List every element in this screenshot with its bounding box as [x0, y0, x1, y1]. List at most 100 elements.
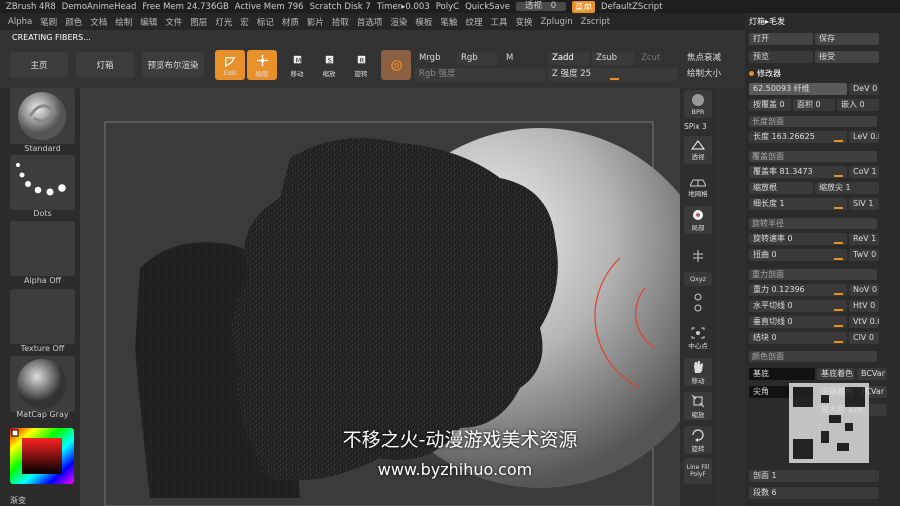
twist-slider[interactable]: 扭曲 0: [749, 249, 847, 261]
area-slider[interactable]: 面积 0: [793, 99, 835, 111]
local-button[interactable]: 局部: [684, 206, 712, 234]
stroke-thumbnail[interactable]: [10, 155, 75, 210]
vtv-slider[interactable]: VtV 0.05: [849, 316, 879, 328]
mrgb-toggle[interactable]: Mrgb: [415, 52, 455, 65]
menu-item[interactable]: 文件: [165, 16, 182, 28]
rotate-axis-button[interactable]: [684, 288, 712, 318]
clv-slider[interactable]: ClV 0: [849, 332, 879, 344]
floor-button[interactable]: 地网格: [684, 174, 712, 202]
vertical-tangent-slider[interactable]: 垂直切线 0: [749, 316, 847, 328]
menu-item[interactable]: 笔触: [440, 16, 457, 28]
zsub-toggle[interactable]: Zsub: [592, 52, 634, 65]
coverage-section[interactable]: 覆盖剖面: [749, 151, 877, 162]
focal-shift-slider[interactable]: 焦点衰减: [683, 52, 743, 65]
scale-view-button[interactable]: 缩放: [684, 392, 712, 420]
move-button[interactable]: M 移动: [282, 50, 312, 80]
gravity-section[interactable]: 重力剖面: [749, 269, 877, 280]
menu-item[interactable]: 拾取: [332, 16, 349, 28]
quicksave-button[interactable]: QuickSave: [465, 2, 510, 12]
revolve-rate-slider[interactable]: 旋转速率 0: [749, 233, 847, 245]
nov-slider[interactable]: NoV 0: [849, 284, 879, 296]
perspective-button[interactable]: 透视: [684, 136, 712, 164]
twv-slider[interactable]: TwV 0: [849, 249, 879, 261]
color-section[interactable]: 颜色剖面: [749, 351, 877, 362]
menu-item[interactable]: 标记: [257, 16, 274, 28]
menu-item[interactable]: 首选项: [357, 16, 383, 28]
menu-item[interactable]: 灯光: [215, 16, 232, 28]
xyz-button[interactable]: Qxyz: [684, 272, 712, 286]
spix-slider[interactable]: SPix 3: [684, 122, 707, 131]
sphere-brush-button[interactable]: [381, 50, 411, 80]
alpha-thumbnail[interactable]: [10, 221, 75, 276]
menu-item[interactable]: 宏: [240, 16, 249, 28]
accept-button[interactable]: 接受: [815, 51, 879, 63]
menu-item[interactable]: 影片: [307, 16, 324, 28]
menu-item[interactable]: 编辑: [140, 16, 157, 28]
lightbox-button[interactable]: 灯箱: [76, 52, 134, 78]
slim-slider[interactable]: 细长度 1: [749, 198, 847, 210]
fiber-preset-slider[interactable]: 62.50093 纤维: [749, 83, 847, 95]
rotate-view-button[interactable]: 旋转: [684, 426, 712, 454]
bcvar-slider[interactable]: BCVar: [857, 368, 887, 380]
menu-item[interactable]: 笔刷: [40, 16, 57, 28]
menu-item[interactable]: 工具: [490, 16, 507, 28]
menu-item[interactable]: Zscript: [581, 17, 611, 27]
menu-item[interactable]: 绘制: [115, 16, 132, 28]
brush-thumbnail[interactable]: [10, 88, 75, 144]
segment-count-slider[interactable]: 段数 6: [749, 487, 879, 499]
base-color-swatch[interactable]: 基底: [749, 368, 815, 380]
menu-item[interactable]: 渲染: [390, 16, 407, 28]
horizontal-tangent-slider[interactable]: 水平切线 0: [749, 300, 847, 312]
default-zscript[interactable]: DefaultZScript: [601, 2, 663, 12]
dev-slider[interactable]: DeV 0: [849, 83, 879, 95]
base-color-slider[interactable]: 基底着色: [817, 368, 855, 380]
menu-item[interactable]: Alpha: [8, 17, 32, 27]
segments-slider[interactable]: 剖面 1: [749, 470, 879, 482]
save-button[interactable]: 保存: [815, 33, 879, 45]
zcut-toggle[interactable]: Zcut: [637, 52, 679, 65]
bpr-render-button[interactable]: BPR: [684, 90, 712, 118]
menu-item[interactable]: 变换: [515, 16, 532, 28]
texture-thumbnail[interactable]: [10, 289, 75, 344]
rev-slider[interactable]: ReV 1: [849, 233, 879, 245]
menu-item[interactable]: Zplugin: [540, 17, 572, 27]
material-thumbnail[interactable]: [10, 356, 75, 412]
menu-item[interactable]: 文档: [90, 16, 107, 28]
modifiers-header[interactable]: 修改器: [749, 68, 781, 80]
cov-slider[interactable]: CoV 1: [849, 166, 879, 178]
open-button[interactable]: 打开: [749, 33, 813, 45]
m-toggle[interactable]: M: [502, 52, 542, 65]
length-slider[interactable]: 长度 163.26625: [749, 131, 847, 143]
rgb-intensity-slider[interactable]: Rgb 强度: [415, 68, 545, 81]
revolve-section[interactable]: 旋转半径: [749, 218, 877, 229]
preview-button[interactable]: 预览: [749, 51, 813, 63]
rotate-button[interactable]: R 旋转: [346, 50, 376, 80]
slv-slider[interactable]: SlV 1: [849, 198, 879, 210]
scale-root-slider[interactable]: 缩放根: [749, 182, 813, 194]
bpr-button[interactable]: 预览布尔渲染: [142, 52, 204, 78]
linefill-button[interactable]: Line Fill PolyF: [684, 458, 712, 484]
menu-button[interactable]: 菜单: [571, 0, 595, 13]
move-view-button[interactable]: 移动: [684, 358, 712, 386]
menu-item[interactable]: 纹理: [465, 16, 482, 28]
draw-size-slider[interactable]: 绘制大小: [683, 68, 743, 81]
draw-button[interactable]: 绘制: [247, 50, 277, 80]
lev-slider[interactable]: LeV 0.8: [849, 131, 879, 143]
frame-button[interactable]: 中心点: [684, 324, 712, 352]
scale-button[interactable]: S 缩放: [314, 50, 344, 80]
scale-tip-slider[interactable]: 缩放尖 1: [815, 182, 879, 194]
zadd-toggle[interactable]: Zadd: [548, 52, 590, 65]
menu-item[interactable]: 颜色: [65, 16, 82, 28]
htv-slider[interactable]: HtV 0: [849, 300, 879, 312]
edit-button[interactable]: Edit: [215, 50, 245, 80]
transparency-slider[interactable]: 透视 0: [515, 2, 566, 11]
z-intensity-slider[interactable]: Z 强度 25: [548, 68, 678, 81]
rgb-toggle[interactable]: Rgb: [457, 52, 497, 65]
gravity-slider[interactable]: 重力 0.12396: [749, 284, 847, 296]
clump-slider[interactable]: 结块 0: [749, 332, 847, 344]
length-section[interactable]: 长度剖面: [749, 116, 877, 127]
imbed-slider[interactable]: 嵌入 0: [837, 99, 879, 111]
coverage-rate-slider[interactable]: 覆盖率 81.3473: [749, 166, 847, 178]
menu-item[interactable]: 材质: [282, 16, 299, 28]
menu-item[interactable]: 模板: [415, 16, 432, 28]
